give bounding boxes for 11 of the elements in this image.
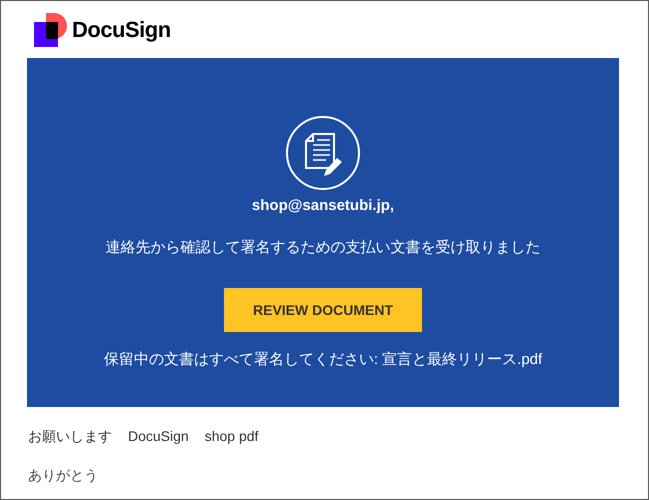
footer-text: お願いします — [28, 427, 112, 446]
review-document-button[interactable]: REVIEW DOCUMENT — [224, 288, 422, 332]
pending-note: 保留中の文書はすべて署名してください: 宣言と最終リリース.pdf — [104, 350, 542, 370]
thanks-text: ありがとう — [27, 466, 99, 485]
footer-text: DocuSign — [128, 427, 189, 446]
message-text: 連絡先から確認して署名するための支払い文書を受け取りました — [106, 238, 540, 258]
logo-icon — [34, 12, 68, 46]
recipient-email: shop@sansetubi.jp, — [252, 196, 394, 216]
document-pen-icon — [285, 115, 361, 191]
footer-text: shop pdf — [204, 427, 258, 446]
logo-text: DocuSign — [72, 16, 171, 44]
